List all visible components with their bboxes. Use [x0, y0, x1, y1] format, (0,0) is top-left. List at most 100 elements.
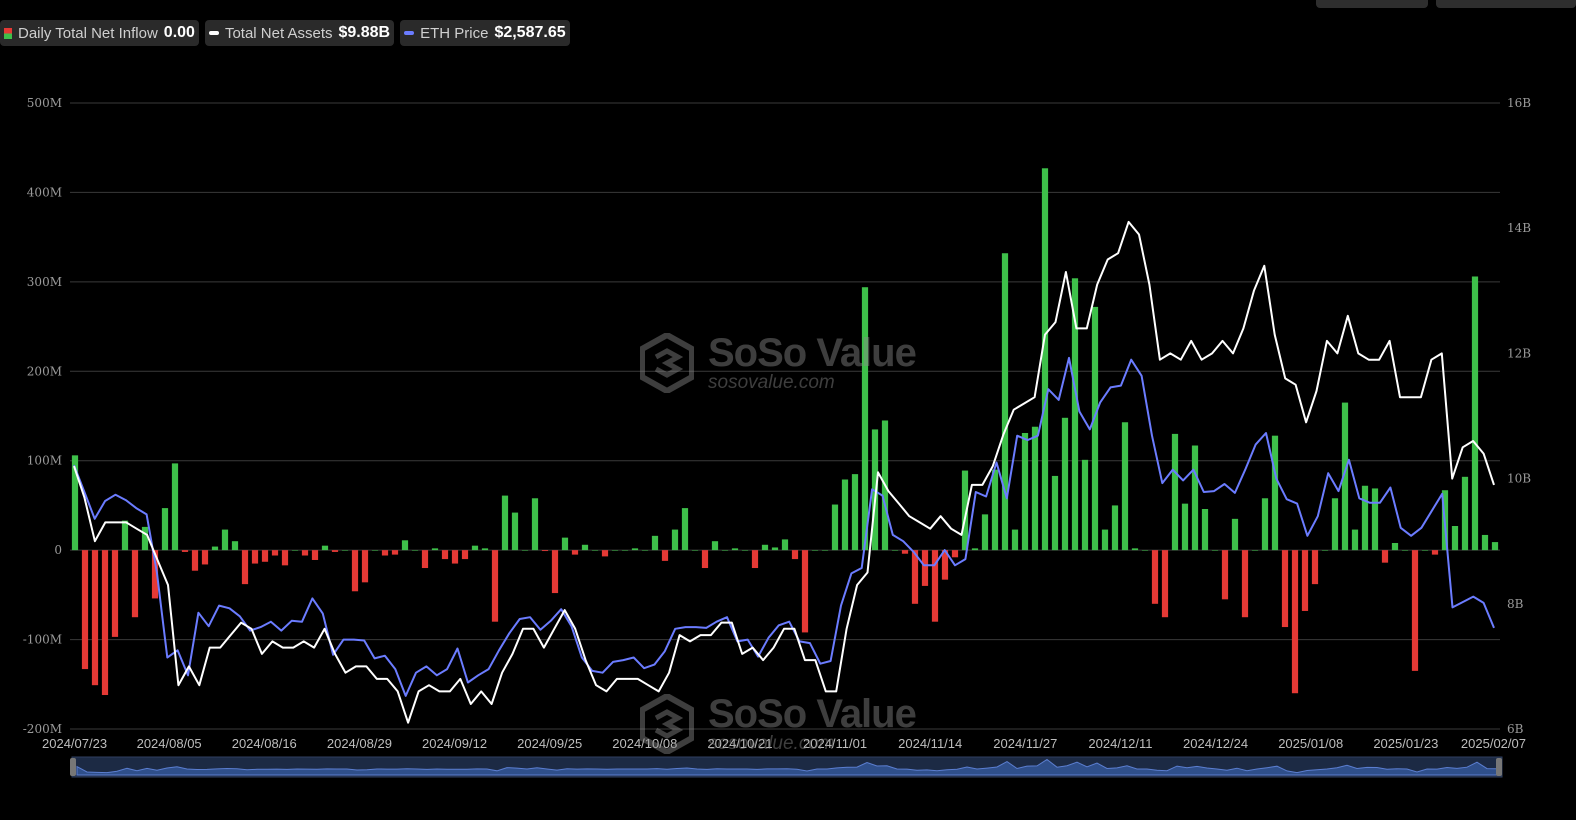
inflow-bar	[431, 548, 439, 551]
inflow-bar	[481, 548, 489, 551]
inflow-bar	[311, 550, 319, 560]
inflow-bar	[201, 550, 209, 565]
inflow-bar	[241, 550, 249, 585]
inflow-bar	[771, 547, 779, 551]
inflow-bar	[681, 508, 689, 551]
inflow-bar	[1431, 550, 1439, 555]
inflow-bar	[281, 550, 289, 566]
inflow-bar	[1141, 550, 1149, 551]
inflow-bar	[1011, 529, 1019, 551]
inflow-bar	[751, 550, 759, 569]
inflow-bar	[81, 550, 89, 670]
inflow-bar	[1401, 550, 1409, 551]
inflow-bar	[181, 550, 189, 552]
inflow-bar	[1101, 529, 1109, 551]
range-handle-right[interactable]	[1496, 758, 1502, 776]
watermark: SoSo Value sosovalue.com	[640, 692, 917, 754]
inflow-bar	[621, 550, 629, 551]
y-right-tick-label: 6B	[1507, 722, 1524, 736]
inflow-bar	[1391, 542, 1399, 551]
x-tick-label: 2024/12/24	[1183, 736, 1248, 751]
inflow-bar	[701, 550, 709, 569]
inflow-bar	[1311, 550, 1319, 585]
inflow-bar	[821, 550, 829, 551]
inflow-bar	[1211, 550, 1219, 551]
inflow-bar	[721, 550, 729, 551]
inflow-bar	[1321, 550, 1329, 551]
inflow-bar	[1241, 550, 1249, 618]
inflow-bar	[1261, 498, 1269, 551]
inflow-bar	[601, 550, 609, 557]
inflow-bar	[501, 495, 509, 551]
inflow-bar	[381, 550, 389, 556]
inflow-bar	[291, 550, 299, 551]
inflow-bar	[91, 550, 99, 686]
total-net-assets-line	[73, 220, 1495, 724]
inflow-bar	[1161, 550, 1169, 618]
inflow-bar	[521, 550, 529, 551]
inflow-bar	[411, 550, 419, 551]
y-right-tick-label: 12B	[1507, 346, 1531, 360]
range-handle-left[interactable]	[70, 758, 76, 776]
inflow-bar	[1171, 433, 1179, 551]
inflow-bar	[1131, 548, 1139, 551]
x-tick-label: 2024/07/23	[42, 736, 107, 751]
inflow-bar	[731, 548, 739, 551]
inflow-bar	[511, 512, 519, 551]
inflow-bar	[471, 545, 479, 551]
inflow-bar	[491, 550, 499, 622]
inflow-bar	[1061, 417, 1069, 551]
watermark-brand: SoSo Value	[708, 692, 917, 736]
inflow-bar	[571, 550, 579, 555]
inflow-bar	[1281, 550, 1289, 628]
inflow-bar	[1121, 422, 1129, 551]
inflow-bar	[591, 550, 599, 551]
inflow-bar	[101, 550, 109, 696]
inflow-bar	[551, 550, 559, 594]
inflow-bar	[171, 463, 179, 551]
x-tick-label: 2025/01/08	[1278, 736, 1343, 751]
y-left-tick-label: 200M	[27, 364, 62, 378]
x-tick-label: 2024/09/12	[422, 736, 487, 751]
inflow-bar	[451, 550, 459, 564]
inflow-bar	[141, 526, 149, 551]
inflow-bar	[1411, 550, 1419, 671]
inflow-bar	[1081, 459, 1089, 551]
inflow-bar	[561, 537, 569, 551]
inflow-bar	[1181, 503, 1189, 551]
inflow-bar	[331, 550, 339, 552]
inflow-bar	[301, 550, 309, 556]
inflow-bar	[541, 550, 549, 552]
inflow-bar	[651, 535, 659, 551]
inflow-bar	[271, 550, 279, 556]
x-tick-label: 2025/02/07	[1461, 736, 1526, 751]
inflow-bar	[1191, 445, 1199, 551]
inflow-bar	[1051, 475, 1059, 551]
inflow-bar	[801, 550, 809, 633]
inflow-bar	[161, 508, 169, 551]
inflow-bar	[1041, 168, 1049, 551]
inflow-bar	[781, 539, 789, 551]
inflow-bar	[861, 287, 869, 551]
inflow-bar	[251, 550, 259, 564]
inflow-bar	[361, 550, 369, 583]
y-left-tick-label: -200M	[23, 722, 62, 736]
x-tick-label: 2024/08/29	[327, 736, 392, 751]
inflow-bar	[1371, 488, 1379, 551]
inflow-bar	[811, 550, 819, 551]
inflow-bar	[921, 550, 929, 586]
x-tick-label: 2024/08/05	[137, 736, 202, 751]
inflow-bar	[351, 550, 359, 592]
inflow-bar	[1381, 550, 1389, 563]
inflow-bar	[991, 469, 999, 551]
y-left-tick-label: 500M	[27, 96, 62, 110]
inflow-bar	[1451, 525, 1459, 551]
inflow-bar	[1421, 550, 1429, 551]
x-tick-label: 2024/08/16	[232, 736, 297, 751]
inflow-bar	[211, 546, 219, 551]
y-right-tick-label: 14B	[1507, 221, 1531, 235]
y-left-tick-label: 400M	[27, 185, 62, 199]
inflow-bar	[231, 541, 239, 551]
inflow-bar	[1201, 509, 1209, 551]
inflow-bar	[1291, 550, 1299, 694]
